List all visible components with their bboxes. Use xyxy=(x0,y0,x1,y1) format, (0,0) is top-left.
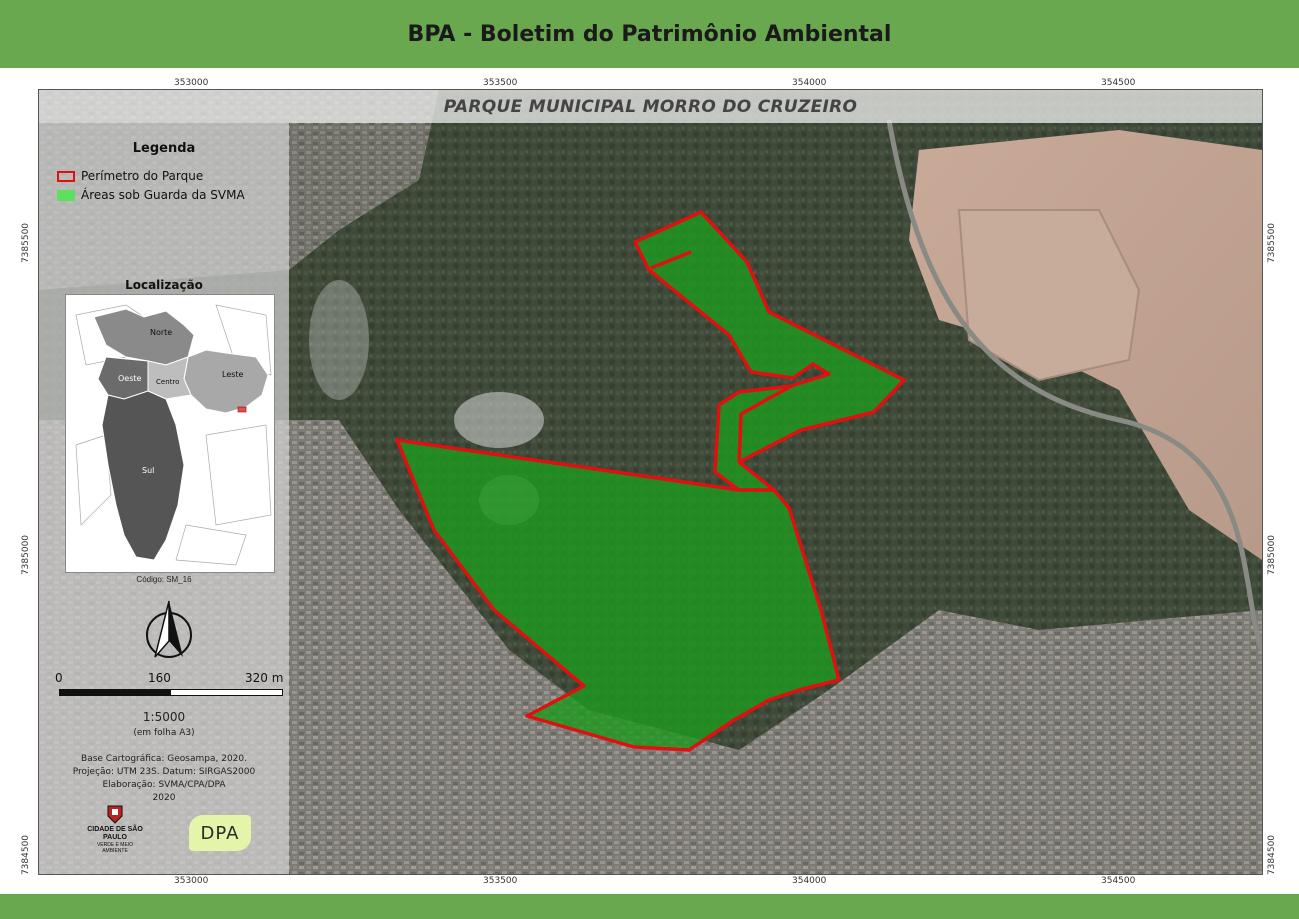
map-title-bar: PARQUE MUNICIPAL MORRO DO CRUZEIRO xyxy=(39,90,1262,123)
map-title: PARQUE MUNICIPAL MORRO DO CRUZEIRO xyxy=(443,96,858,117)
legend-item-svma: Áreas sob Guarda da SVMA xyxy=(57,188,245,202)
x-tick-bottom-2: 353500 xyxy=(483,876,518,886)
x-tick-bottom-1: 353000 xyxy=(174,876,209,886)
credits-base: Base Cartográfica: Geosampa, 2020. xyxy=(81,754,247,764)
legend-label-svma: Áreas sob Guarda da SVMA xyxy=(81,188,245,202)
bulletin-title: BPA - Boletim do Patrimônio Ambiental xyxy=(407,21,892,47)
region-label-leste: Leste xyxy=(222,370,244,379)
legend-item-perimeter: Perímetro do Parque xyxy=(57,169,203,183)
legend: Legenda Perímetro do Parque Áreas sob Gu… xyxy=(49,131,279,261)
scale-label-160: 160 xyxy=(148,671,171,685)
y-tick-right-1: 7385500 xyxy=(1267,222,1278,264)
dpa-logo-text: DPA xyxy=(200,822,240,844)
scale-ratio: 1:5000 xyxy=(142,710,186,724)
park-area-north[interactable] xyxy=(633,210,906,464)
x-tick-bottom-3: 354000 xyxy=(792,876,827,886)
y-tick-left-3: 7384500 xyxy=(21,834,32,876)
dpa-logo: DPA xyxy=(189,815,251,851)
scale-label-320: 320 m xyxy=(245,671,284,685)
region-label-oeste: Oeste xyxy=(118,374,142,383)
region-label-norte: Norte xyxy=(150,328,172,337)
region-label-centro: Centro xyxy=(156,378,179,386)
credits-projection: Projeção: UTM 23S. Datum: SIRGAS2000 xyxy=(72,767,256,777)
y-tick-right-3: 7384500 xyxy=(1267,834,1278,876)
y-tick-left-1: 7385500 xyxy=(21,222,32,264)
x-tick-top-4: 354500 xyxy=(1101,78,1136,88)
map-code: Código: SM_16 xyxy=(136,575,192,584)
perimeter-swatch-icon xyxy=(57,170,75,182)
city-crest-icon xyxy=(107,805,123,824)
map-frame[interactable]: PARQUE MUNICIPAL MORRO DO CRUZEIRO Legen… xyxy=(38,89,1263,875)
y-tick-right-2: 7385000 xyxy=(1267,534,1278,576)
header-bar: BPA - Boletim do Patrimônio Ambiental xyxy=(0,0,1299,68)
scale-label-0: 0 xyxy=(55,671,63,685)
scale-bar-fill xyxy=(60,690,171,695)
park-area-south[interactable] xyxy=(395,438,841,752)
footer-bar xyxy=(0,894,1299,919)
location-map: Norte Oeste Centro Leste Sul xyxy=(65,294,275,573)
legend-label-perimeter: Perímetro do Parque xyxy=(81,169,204,183)
area-swatch-icon xyxy=(57,189,75,201)
x-tick-top-3: 354000 xyxy=(792,78,827,88)
north-arrow-icon xyxy=(146,600,192,658)
side-panel: Legenda Perímetro do Parque Áreas sob Gu… xyxy=(39,123,289,874)
city-logo-text: CIDADE DE SÃO PAULO xyxy=(87,826,143,841)
legend-title: Legenda xyxy=(132,141,196,156)
x-tick-top-1: 353000 xyxy=(174,78,209,88)
y-tick-left-2: 7385000 xyxy=(21,534,32,576)
scale-bar xyxy=(59,689,283,696)
city-logo: CIDADE DE SÃO PAULO VERDE E MEIO AMBIENT… xyxy=(85,804,145,862)
location-map-drawing: Norte Oeste Centro Leste Sul xyxy=(75,304,272,566)
credits-author: Elaboração: SVMA/CPA/DPA xyxy=(102,780,226,790)
location-title: Localização xyxy=(125,278,203,292)
city-logo-subtext: VERDE E MEIO AMBIENTE xyxy=(96,842,134,854)
park-location-marker-icon xyxy=(237,406,247,413)
x-tick-top-2: 353500 xyxy=(483,78,518,88)
x-tick-bottom-4: 354500 xyxy=(1101,876,1136,886)
region-label-sul: Sul xyxy=(142,466,154,475)
credits-year: 2020 xyxy=(152,793,176,803)
scale-sheet-note: (em folha A3) xyxy=(133,728,195,738)
